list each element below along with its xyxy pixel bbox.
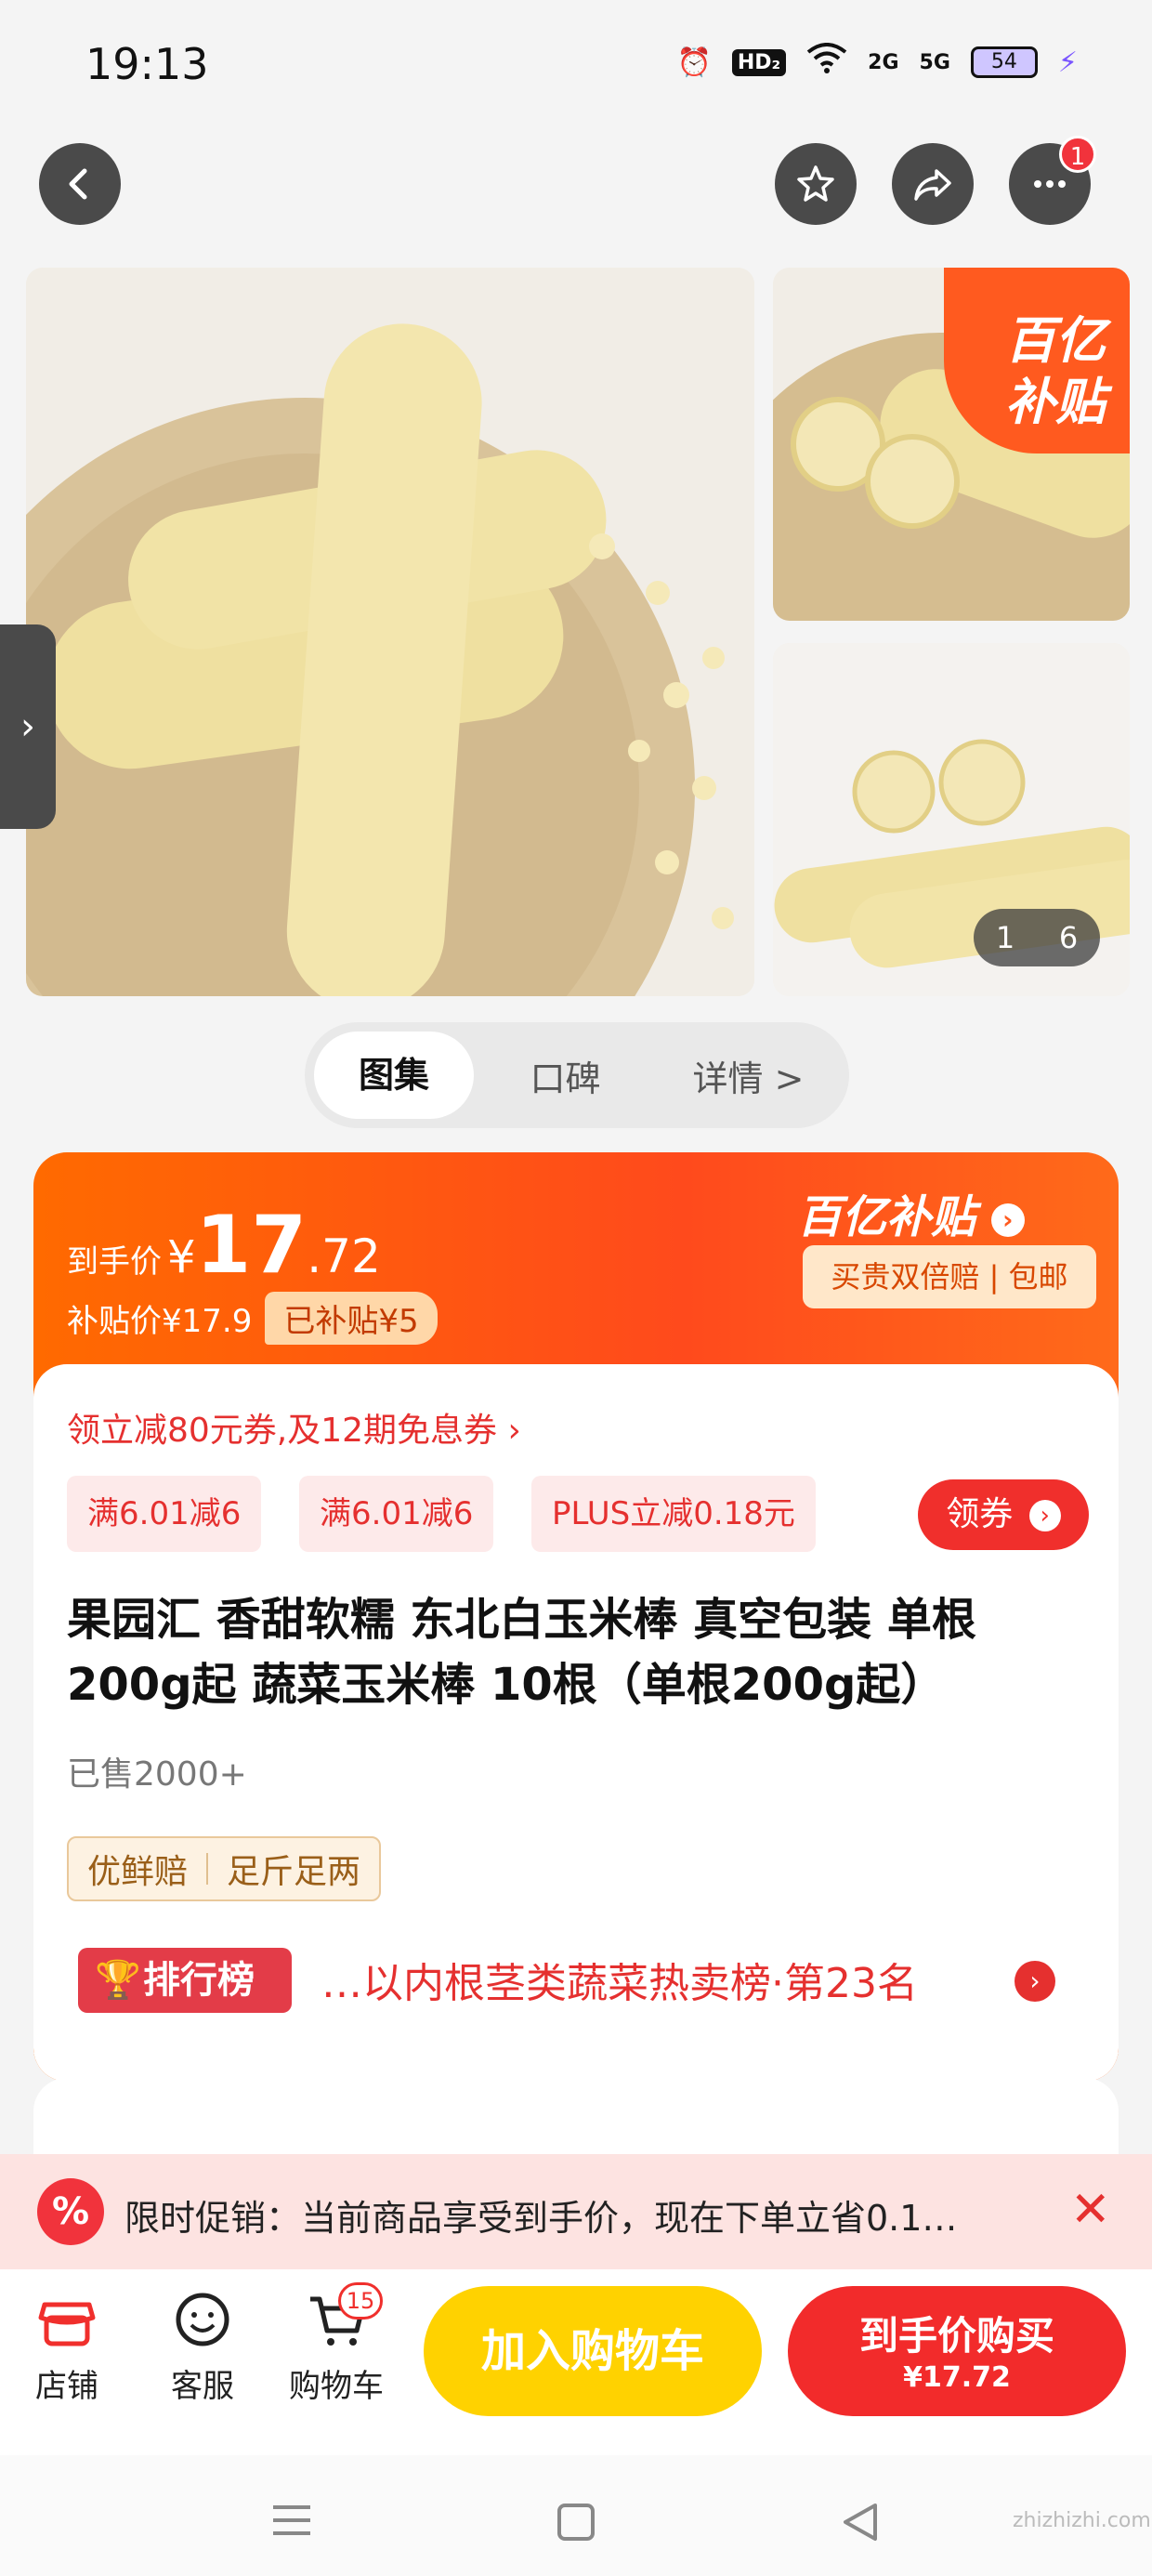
subsidy-price-row: 补贴价¥17.9 已补贴¥5 [67,1292,438,1345]
status-time: 19:13 [85,39,209,89]
get-coupon-button[interactable]: 领券 › [918,1479,1089,1550]
status-bar: 19:13 ⏰ HD₂ 2G 5G 54 ⚡ [0,0,1152,139]
trophy-icon: 🏆 [95,1959,141,2002]
more-button[interactable]: 1 [1009,136,1096,225]
ranking-label: 排行榜 [143,1959,255,2002]
final-price: 到手价 ¥ 17 .72 [67,1199,381,1292]
chevron-left-icon [69,168,87,200]
wifi-icon [806,43,847,82]
shop-button[interactable]: 店铺 [11,2286,123,2406]
get-coupon-label: 领券 [946,1495,1014,1533]
bottom-action-bar: 店铺 客服 购物车 15 加入购物车 到手价购买 ¥17.72 [0,2269,1152,2455]
counter-current: 1 [995,920,1015,955]
tab-gallery[interactable]: 图集 [314,1032,474,1119]
status-icons: ⏰ HD₂ 2G 5G 54 ⚡ [676,43,1078,82]
discount-icon: % [37,2178,104,2245]
chevron-right-circle-icon: › [990,1203,1025,1237]
share-button[interactable] [892,143,974,225]
coupon-tag-plus: PLUS立减0.18元 [531,1476,816,1552]
side-expand-tab[interactable]: › [0,624,56,829]
product-image-thumb-1[interactable]: 百亿 补贴 [773,268,1130,621]
back-button[interactable] [39,143,121,225]
buy-now-button[interactable]: 到手价购买 ¥17.72 [788,2286,1126,2416]
buy-now-price: ¥17.72 [903,2361,1011,2394]
coupon-offer-link[interactable]: 领立减80元券,及12期免息券 › [67,1403,521,1452]
service-button[interactable]: 客服 [147,2286,258,2406]
price-card: 到手价 ¥ 17 .72 补贴价¥17.9 已补贴¥5 百亿补贴 › 买贵双倍赔… [33,1152,1119,2082]
counter-total: 6 [1058,920,1079,955]
currency-symbol: ¥ [167,1231,196,1283]
battery-icon: 54 [970,46,1038,78]
ranking-badge[interactable]: 🏆 排行榜 [78,1948,292,2013]
cart-button[interactable]: 购物车 15 [281,2282,392,2406]
service-tags: 优鲜赔 足斤足两 [67,1836,382,1901]
product-info-panel: 领立减80元券,及12期免息券 › 满6.01减6 满6.01减6 PLUS立减… [33,1364,1119,2082]
final-price-label: 到手价 [67,1243,162,1281]
menu-icon[interactable] [269,2502,314,2539]
coupon-tag-2: 满6.01减6 [299,1476,494,1552]
alarm-icon: ⏰ [676,46,712,79]
shop-label: 店铺 [35,2368,98,2405]
charging-icon: ⚡ [1057,46,1078,79]
back-nav-icon[interactable] [840,2500,881,2544]
notification-badge: 1 [1059,136,1096,173]
signal-2g-icon: 2G [868,50,899,74]
image-counter: 1 6 [974,909,1100,966]
subsidy-price: 补贴价¥17.9 [67,1303,253,1340]
ranking-text[interactable]: …以内根茎类蔬菜热卖榜·第23名 [321,1950,918,2009]
tab-details[interactable]: 详情 > [657,1050,840,1101]
service-label: 客服 [171,2368,234,2405]
guarantee-tag: 买贵双倍赔 | 包邮 [803,1245,1096,1308]
subsidy-badge: 百亿 补贴 [944,268,1130,453]
tag-divider [206,1853,209,1885]
cart-label: 购物车 [289,2368,384,2405]
coupon-tag-1: 满6.01减6 [67,1476,262,1552]
price-decimal: .72 [307,1229,381,1283]
home-icon[interactable] [556,2502,596,2543]
chevron-right-icon[interactable]: › [1015,1961,1055,2002]
subsidy-amount-tag: 已补贴¥5 [265,1292,438,1345]
chevron-right-circle-icon: › [1028,1500,1061,1531]
sold-count: 已售2000+ [67,1755,247,1794]
favorite-button[interactable] [775,143,857,225]
gallery-tabs: 图集 口碑 详情 > [305,1022,849,1128]
smile-icon [176,2293,229,2346]
promo-text: 限时促销：当前商品享受到手价，现在下单立省0.1… [124,2198,958,2239]
tab-reviews[interactable]: 口碑 [474,1050,657,1101]
subsidy-brand[interactable]: 百亿补贴 › [797,1180,1091,1245]
hd-icon: HD₂ [731,48,787,76]
price-integer: 17 [195,1199,308,1292]
service-tag-fresh: 优鲜赔 [87,1853,189,1891]
close-icon[interactable]: ✕ [1070,2182,1111,2238]
store-icon [38,2302,96,2346]
promo-banner: % 限时促销：当前商品享受到手价，现在下单立省0.1… ✕ [0,2154,1152,2269]
add-to-cart-button[interactable]: 加入购物车 [424,2286,762,2416]
service-tag-weight: 足斤足两 [227,1853,361,1891]
buy-now-label: 到手价购买 [858,2313,1054,2359]
signal-5g-icon: 5G [919,50,950,74]
product-image-main[interactable] [26,268,754,996]
share-icon [914,169,951,201]
chevron-right-icon: › [20,705,35,748]
watermark-text: zhizhizhi.com [1013,2509,1151,2532]
cart-count-badge: 15 [338,2282,383,2320]
system-nav-bar: zhizhizhi.com [0,2455,1152,2576]
star-icon [797,165,834,202]
product-title: 果园汇 香甜软糯 东北白玉米棒 真空包装 单根200g起 蔬菜玉米棒 10根（单… [67,1594,976,1711]
subsidy-brand-label: 百亿补贴 [797,1191,976,1243]
